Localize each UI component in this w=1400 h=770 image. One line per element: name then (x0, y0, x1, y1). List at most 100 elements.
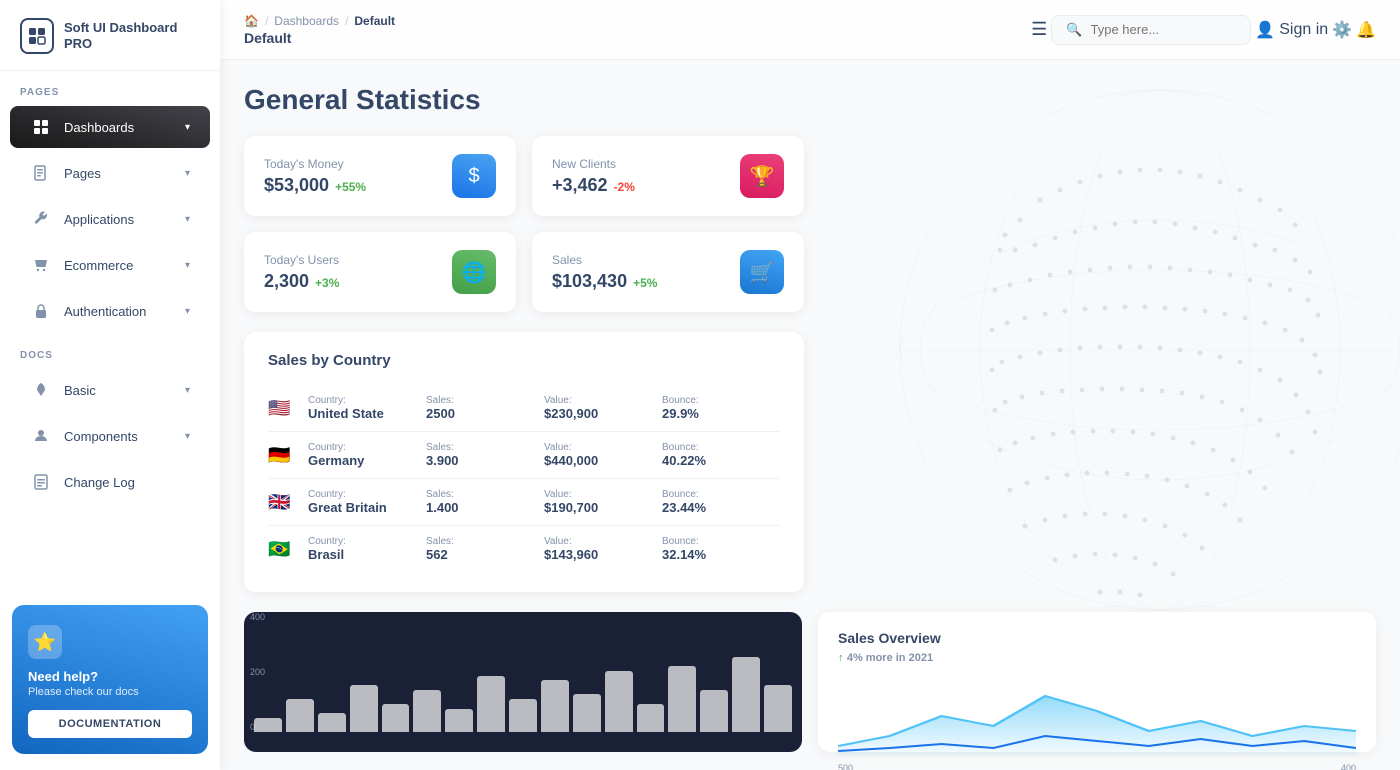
chevron-down-icon: ▾ (185, 260, 190, 271)
signin-button[interactable]: 👤 Sign in (1255, 20, 1328, 40)
sidebar-item-changelog[interactable]: Change Log (10, 461, 210, 503)
wrench-icon (30, 208, 52, 230)
sidebar-item-basic[interactable]: Basic ▾ (10, 369, 210, 411)
stat-sales-value: $103,430 (552, 271, 627, 292)
sales-overview-card: Sales Overview ↑ 4% more in 2021 (818, 612, 1376, 752)
country-col-gb: Country: Great Britain (308, 489, 426, 515)
docs-section-label: DOCS (0, 334, 220, 367)
search-input[interactable] (1091, 22, 1231, 37)
sidebar-ecommerce-label: Ecommerce (64, 258, 133, 273)
bar-chart-area (244, 642, 802, 752)
breadcrumb-sep1: / (265, 14, 268, 28)
help-subtitle: Please check our docs (28, 686, 192, 698)
stat-sales-change: +5% (633, 276, 657, 290)
bar-14 (700, 690, 728, 732)
content-area: General Statistics Today's Money $53,000… (220, 60, 1400, 770)
main-area: 🏠 / Dashboards / Default Default ☰ 🔍 👤 S… (220, 0, 1400, 770)
bar-1 (286, 699, 314, 732)
bar-16 (764, 685, 792, 732)
country-col-br: Country: Brasil (308, 536, 426, 562)
stat-clients-info: New Clients +3,462 -2% (552, 157, 635, 196)
breadcrumb-area: 🏠 / Dashboards / Default Default (244, 14, 395, 46)
shop-icon (30, 254, 52, 276)
breadcrumb-sep2: / (345, 14, 348, 28)
country-row-gb: 🇬🇧 Country: Great Britain Sales: 1.400 V… (268, 479, 780, 526)
settings-button[interactable]: ⚙️ (1332, 20, 1352, 40)
bar-0 (254, 718, 282, 732)
bar-9 (541, 680, 569, 732)
search-icon: 🔍 (1066, 22, 1082, 38)
bar-5 (413, 690, 441, 732)
line-chart-area: 500 400 (838, 676, 1356, 756)
rocket-icon (30, 379, 52, 401)
breadcrumb: 🏠 / Dashboards / Default (244, 14, 395, 28)
stat-money-change: +55% (335, 180, 366, 194)
hamburger-button[interactable]: ☰ (1031, 19, 1047, 40)
sidebar-item-dashboards[interactable]: Dashboards ▾ (10, 106, 210, 148)
signin-label: Sign in (1279, 21, 1328, 39)
gb-flag: 🇬🇧 (268, 492, 296, 512)
stat-card-clients: New Clients +3,462 -2% 🏆 (532, 136, 804, 216)
sidebar-item-ecommerce[interactable]: Ecommerce ▾ (10, 244, 210, 286)
chevron-down-icon: ▾ (185, 306, 190, 317)
stat-users-change: +3% (315, 276, 339, 290)
sidebar-auth-label: Authentication (64, 304, 146, 319)
stat-clients-label: New Clients (552, 157, 635, 171)
topbar-right: ☰ 🔍 👤 Sign in ⚙️ 🔔 (1031, 15, 1376, 45)
country-row-de: 🇩🇪 Country: Germany Sales: 3.900 Value: … (268, 432, 780, 479)
chevron-down-icon: ▾ (185, 168, 190, 179)
chart-y-label-400: 400 (1341, 763, 1356, 770)
chevron-down-icon: ▾ (185, 385, 190, 396)
sidebar-basic-label: Basic (64, 383, 96, 398)
bar-4 (382, 704, 410, 732)
help-title: Need help? (28, 669, 192, 684)
de-flag: 🇩🇪 (268, 445, 296, 465)
country-name-us: United State (308, 406, 426, 421)
file-icon (30, 162, 52, 184)
country-col-us: Country: United State (308, 395, 426, 421)
bar-8 (509, 699, 537, 732)
notifications-button[interactable]: 🔔 (1356, 20, 1376, 40)
breadcrumb-page: Default (354, 14, 395, 28)
bar-10 (573, 694, 601, 732)
country-value-us: Value: $230,900 (544, 395, 662, 421)
document-icon (30, 471, 52, 493)
globe-decoration (840, 60, 1400, 700)
page-title-topbar: Default (244, 30, 395, 46)
bar-13 (668, 666, 696, 732)
logo-area: Soft UI Dashboard PRO (0, 0, 220, 71)
sidebar-item-authentication[interactable]: Authentication ▾ (10, 290, 210, 332)
search-box: 🔍 (1051, 15, 1251, 45)
chevron-down-icon: ▾ (185, 431, 190, 442)
stat-sales-info: Sales $103,430 +5% (552, 253, 657, 292)
bar-15 (732, 657, 760, 732)
stat-card-users: Today's Users 2,300 +3% 🌐 (244, 232, 516, 312)
us-flag: 🇺🇸 (268, 398, 296, 418)
user-circle-icon: 👤 (1255, 20, 1275, 40)
bar-chart-card: 400 200 0 (244, 612, 802, 752)
home-icon: 🏠 (244, 14, 259, 28)
documentation-button[interactable]: DOCUMENTATION (28, 710, 192, 738)
stats-grid: Today's Money $53,000 +55% $ New Clients… (244, 136, 804, 312)
bar-3 (350, 685, 378, 732)
bar-7 (477, 676, 505, 732)
bar-12 (637, 704, 665, 732)
sidebar-item-components[interactable]: Components ▾ (10, 415, 210, 457)
stat-sales-label: Sales (552, 253, 657, 267)
sidebar-changelog-label: Change Log (64, 475, 135, 490)
person-icon (30, 425, 52, 447)
globe-icon: 🌐 (452, 250, 496, 294)
stat-users-info: Today's Users 2,300 +3% (264, 253, 339, 292)
country-sales-us: Sales: 2500 (426, 395, 544, 421)
sidebar-item-pages[interactable]: Pages ▾ (10, 152, 210, 194)
sidebar-item-applications[interactable]: Applications ▾ (10, 198, 210, 240)
country-bounce-us: Bounce: 29.9% (662, 395, 780, 421)
stat-money-info: Today's Money $53,000 +55% (264, 157, 366, 196)
money-icon: $ (452, 154, 496, 198)
logo-icon (20, 18, 54, 54)
chart-y-label-500: 500 (838, 763, 853, 770)
bottom-charts: 400 200 0 Sales Overview ↑ 4% more in 20… (244, 612, 1376, 752)
app-name: Soft UI Dashboard PRO (64, 20, 200, 51)
bell-icon: 🔔 (1356, 20, 1376, 40)
sales-by-country-card: Sales by Country 🇺🇸 Country: United Stat… (244, 332, 804, 592)
